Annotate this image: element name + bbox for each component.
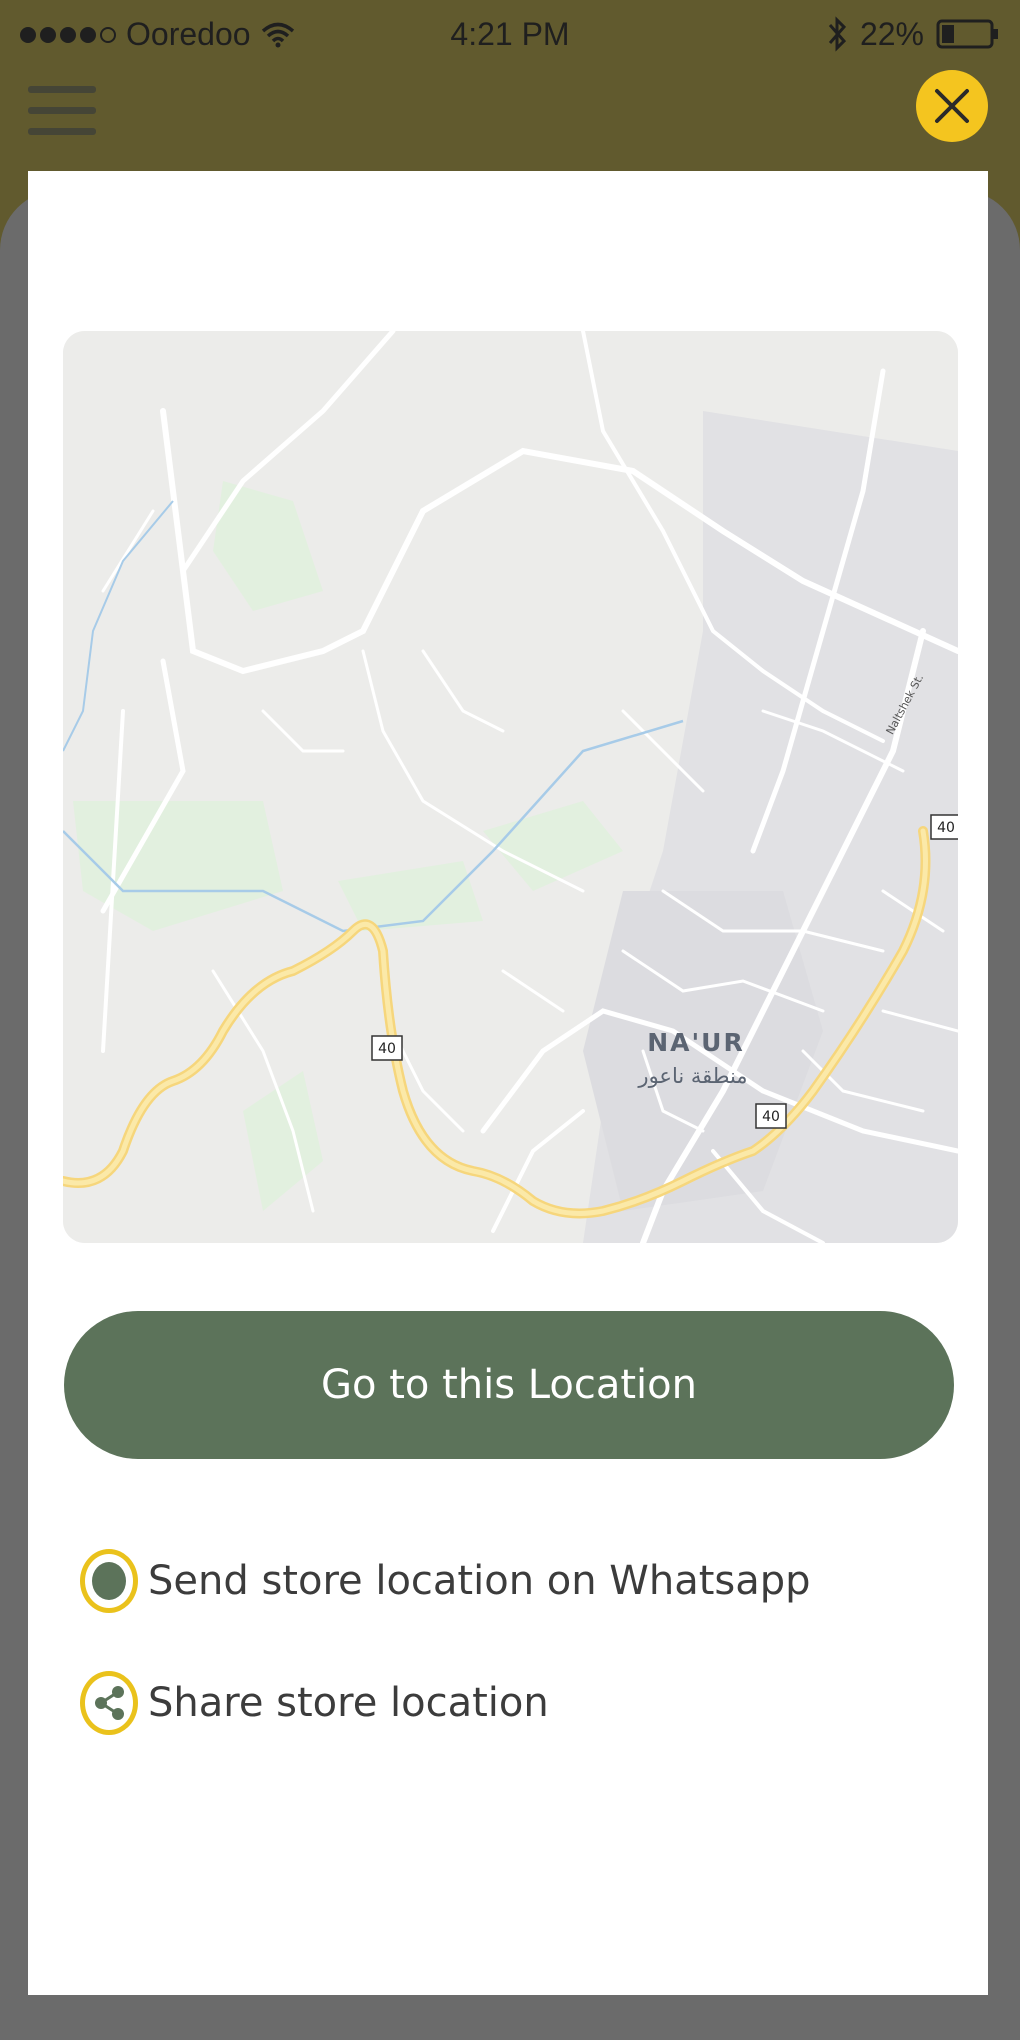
map-view[interactable]: 40 40 40 NA'UR منطقة ناعور Naltshek St. — [63, 331, 958, 1243]
route-shield-1: 40 — [371, 1035, 403, 1061]
status-right: 22% — [826, 14, 1000, 54]
share-location-option[interactable]: Share store location — [80, 1671, 549, 1735]
share-icon — [80, 1671, 138, 1735]
map-place-name: NA'UR — [647, 1028, 744, 1057]
whatsapp-share-option[interactable]: Send store location on Whatsapp — [80, 1549, 811, 1613]
route-shield-2: 40 — [755, 1103, 787, 1129]
location-modal: 40 40 40 NA'UR منطقة ناعور Naltshek St. … — [28, 171, 988, 1995]
route-label-2: 40 — [762, 1109, 780, 1125]
close-button[interactable] — [916, 70, 988, 142]
hamburger-menu-icon[interactable] — [28, 86, 96, 136]
whatsapp-icon — [80, 1549, 138, 1613]
map-place-name-arabic: منطقة ناعور — [637, 1064, 747, 1088]
route-shield-3: 40 — [930, 814, 958, 840]
route-label-1: 40 — [378, 1041, 396, 1057]
close-icon — [935, 89, 969, 123]
status-bar: Ooredoo 4:21 PM 22% — [0, 0, 1020, 74]
whatsapp-option-label: Send store location on Whatsapp — [148, 1558, 811, 1604]
battery-percent: 22% — [859, 15, 924, 52]
go-to-location-button[interactable]: Go to this Location — [64, 1311, 954, 1459]
battery-icon — [936, 19, 998, 49]
bluetooth-icon — [828, 16, 847, 52]
map-canvas: 40 40 40 NA'UR منطقة ناعور Naltshek St. — [63, 331, 958, 1243]
share-option-label: Share store location — [148, 1680, 549, 1726]
route-label-3: 40 — [937, 820, 955, 836]
